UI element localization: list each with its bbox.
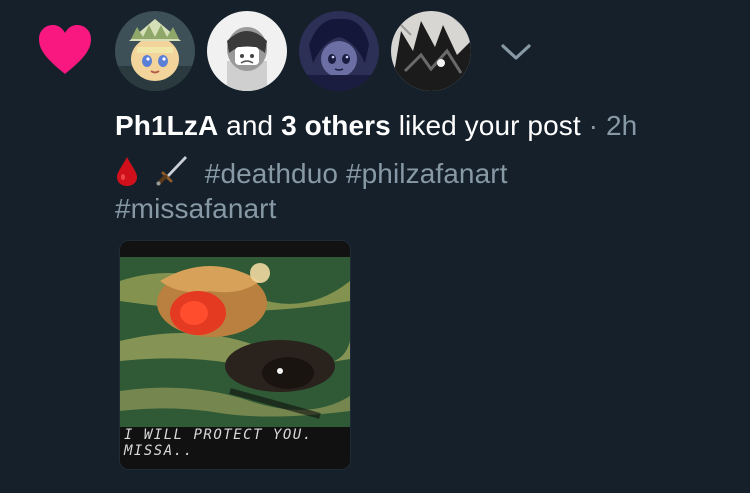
- post-text-line-2: #missafanart: [115, 192, 277, 226]
- avatar[interactable]: [391, 11, 471, 91]
- hashtag-link[interactable]: #missafanart: [115, 193, 277, 224]
- image-caption: I WILL PROTECT YOU. MISSA..: [124, 427, 313, 459]
- avatar[interactable]: [207, 11, 287, 91]
- hashtag-link[interactable]: #deathduo: [205, 158, 338, 189]
- chevron-down-icon[interactable]: [498, 40, 534, 64]
- heart-icon: [39, 25, 91, 74]
- liker-name[interactable]: Ph1LzA: [115, 110, 218, 141]
- action-text: liked your post: [398, 110, 581, 141]
- post-text-line-1: #deathduo #philzafanart: [115, 153, 508, 191]
- avatar[interactable]: [115, 11, 195, 91]
- post-image[interactable]: I WILL PROTECT YOU. MISSA..: [119, 240, 351, 470]
- hashtag-link[interactable]: #philzafanart: [346, 158, 508, 189]
- separator: ·: [588, 110, 599, 141]
- notification-text: Ph1LzA and 3 others liked your post · 2h: [115, 109, 637, 143]
- like-notification[interactable]: Ph1LzA and 3 others liked your post · 2h…: [0, 0, 750, 493]
- timestamp[interactable]: 2h: [606, 110, 637, 141]
- avatar[interactable]: [299, 11, 379, 91]
- dagger-icon: [156, 156, 187, 186]
- others-count[interactable]: 3 others: [281, 110, 391, 141]
- joiner-text: and: [226, 110, 274, 141]
- blood-drop-icon: [117, 157, 137, 186]
